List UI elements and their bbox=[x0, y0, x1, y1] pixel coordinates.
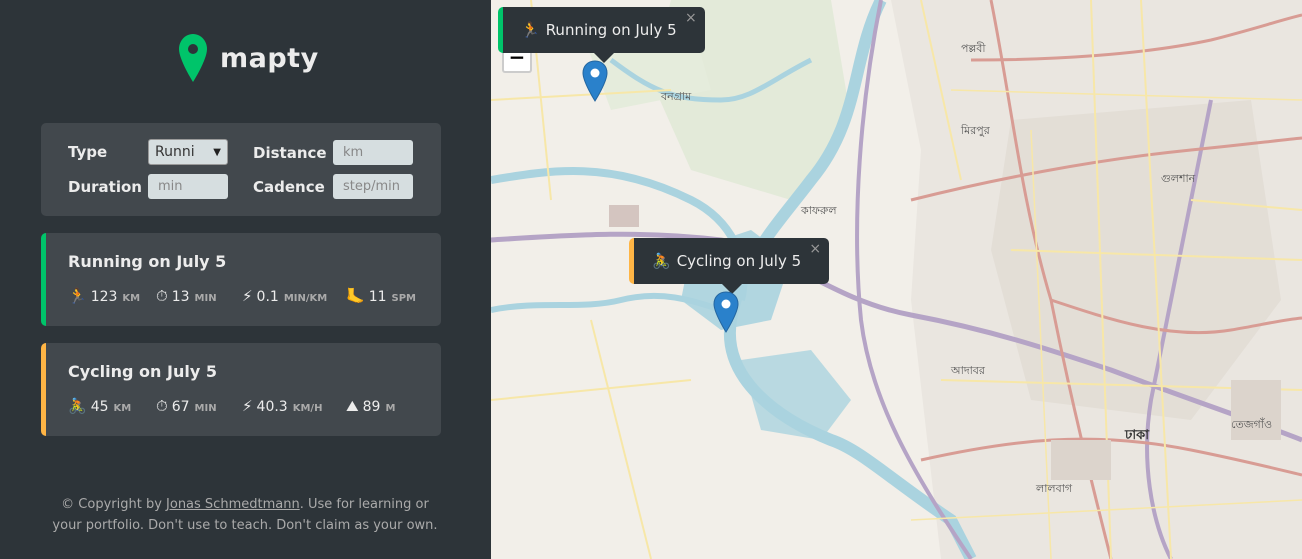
popup-title: Cycling on July 5 bbox=[676, 252, 802, 270]
runner-icon: 🏃 bbox=[521, 21, 540, 39]
popup-cycling[interactable]: 🚴 Cycling on July 5 × bbox=[629, 238, 830, 294]
detail-unit: km/h bbox=[292, 403, 323, 414]
type-select-value: Runni bbox=[155, 144, 195, 160]
foot-icon: 🦶 bbox=[346, 287, 365, 305]
detail-value: 89 bbox=[362, 399, 381, 415]
workout-title: Running on July 5 bbox=[68, 252, 227, 271]
cadence-label: Cadence bbox=[253, 177, 325, 196]
lightning-icon: ⚡ bbox=[242, 287, 253, 305]
workout-details: 🚴 45 km ⏱ 67 min ⚡ 40.3 km/h ⛰ 89 m bbox=[68, 397, 395, 415]
map-label: পল্লবী bbox=[961, 42, 986, 55]
map-label: ঢাকা bbox=[1125, 428, 1149, 443]
workout-detail-pace: ⚡ 0.1 min/km bbox=[242, 287, 346, 305]
detail-unit: km bbox=[122, 293, 141, 304]
duration-label: Duration bbox=[68, 177, 142, 196]
sidebar: mapty Type Runni ▼ Distance km Duration … bbox=[0, 0, 491, 559]
lightning-icon: ⚡ bbox=[242, 397, 253, 415]
map-marker-icon[interactable] bbox=[713, 291, 739, 333]
detail-unit: spm bbox=[391, 293, 416, 304]
map-pin-logo-icon bbox=[179, 34, 207, 82]
duration-row: Duration min bbox=[68, 174, 228, 199]
stopwatch-icon: ⏱ bbox=[156, 287, 168, 305]
detail-value: 123 bbox=[90, 289, 118, 305]
app-name: mapty bbox=[220, 42, 319, 74]
detail-value: 67 bbox=[171, 399, 190, 415]
detail-unit: min bbox=[194, 293, 217, 304]
workout-detail-elevation: ⛰ 89 m bbox=[346, 397, 395, 415]
cyclist-icon: 🚴 bbox=[68, 397, 87, 415]
workout-running[interactable]: Running on July 5 🏃 123 km ⏱ 13 min ⚡ 0.… bbox=[41, 233, 441, 326]
map-tiles bbox=[491, 0, 1302, 559]
workout-detail-distance: 🚴 45 km bbox=[68, 397, 156, 415]
detail-unit: min/km bbox=[283, 293, 328, 304]
workout-cycling[interactable]: Cycling on July 5 🚴 45 km ⏱ 67 min ⚡ 40.… bbox=[41, 343, 441, 436]
map-marker-icon[interactable] bbox=[582, 60, 608, 102]
close-icon[interactable]: × bbox=[809, 241, 821, 257]
popup-title: Running on July 5 bbox=[545, 21, 677, 39]
workout-detail-distance: 🏃 123 km bbox=[68, 287, 156, 305]
logo: mapty bbox=[178, 32, 319, 84]
distance-label: Distance bbox=[253, 143, 327, 162]
map-label: তেজগাঁও bbox=[1231, 418, 1273, 431]
detail-unit: m bbox=[385, 403, 396, 414]
detail-value: 40.3 bbox=[256, 399, 288, 415]
map-label: গুলশান bbox=[1161, 172, 1196, 185]
detail-value: 13 bbox=[171, 289, 190, 305]
workout-title: Cycling on July 5 bbox=[68, 362, 217, 381]
copyright-prefix: © Copyright by bbox=[61, 497, 167, 512]
workout-detail-duration: ⏱ 67 min bbox=[156, 397, 242, 415]
detail-value: 45 bbox=[90, 399, 109, 415]
mountain-icon: ⛰ bbox=[346, 397, 359, 415]
duration-input[interactable]: min bbox=[148, 174, 228, 199]
workout-form: Type Runni ▼ Distance km Duration min Ca… bbox=[41, 123, 441, 216]
distance-row: Distance km bbox=[253, 140, 413, 165]
cadence-input[interactable]: step/min bbox=[333, 174, 413, 199]
runner-icon: 🏃 bbox=[68, 287, 87, 305]
detail-unit: min bbox=[194, 403, 217, 414]
cyclist-icon: 🚴 bbox=[652, 252, 671, 270]
detail-value: 11 bbox=[368, 289, 387, 305]
popup-running[interactable]: 🏃 Running on July 5 × bbox=[498, 7, 705, 63]
map-label: আদাবর bbox=[951, 364, 985, 377]
chevron-down-icon: ▼ bbox=[213, 146, 221, 158]
workout-detail-duration: ⏱ 13 min bbox=[156, 287, 242, 305]
workout-detail-cadence: 🦶 11 spm bbox=[346, 287, 416, 305]
type-row: Type Runni ▼ bbox=[68, 139, 228, 165]
map-label: মিরপুর bbox=[961, 124, 990, 137]
map-label: লালবাগ bbox=[1036, 482, 1073, 495]
map-label: বনগ্রাম bbox=[661, 90, 692, 103]
workout-details: 🏃 123 km ⏱ 13 min ⚡ 0.1 min/km 🦶 11 spm bbox=[68, 287, 416, 305]
detail-value: 0.1 bbox=[256, 289, 279, 305]
type-label: Type bbox=[68, 143, 108, 161]
close-icon[interactable]: × bbox=[685, 10, 697, 26]
cadence-row: Cadence step/min bbox=[253, 174, 413, 199]
type-select[interactable]: Runni ▼ bbox=[148, 139, 228, 165]
map[interactable]: + − 🏃 Running on July 5 × 🚴 Cycling on J… bbox=[491, 0, 1302, 559]
map-label: কাফরুল bbox=[801, 204, 837, 217]
distance-input[interactable]: km bbox=[333, 140, 413, 165]
detail-unit: km bbox=[113, 403, 132, 414]
author-link[interactable]: Jonas Schmedtmann bbox=[166, 497, 300, 512]
copyright: © Copyright by Jonas Schmedtmann. Use fo… bbox=[50, 494, 440, 536]
workout-detail-speed: ⚡ 40.3 km/h bbox=[242, 397, 346, 415]
stopwatch-icon: ⏱ bbox=[156, 397, 168, 415]
